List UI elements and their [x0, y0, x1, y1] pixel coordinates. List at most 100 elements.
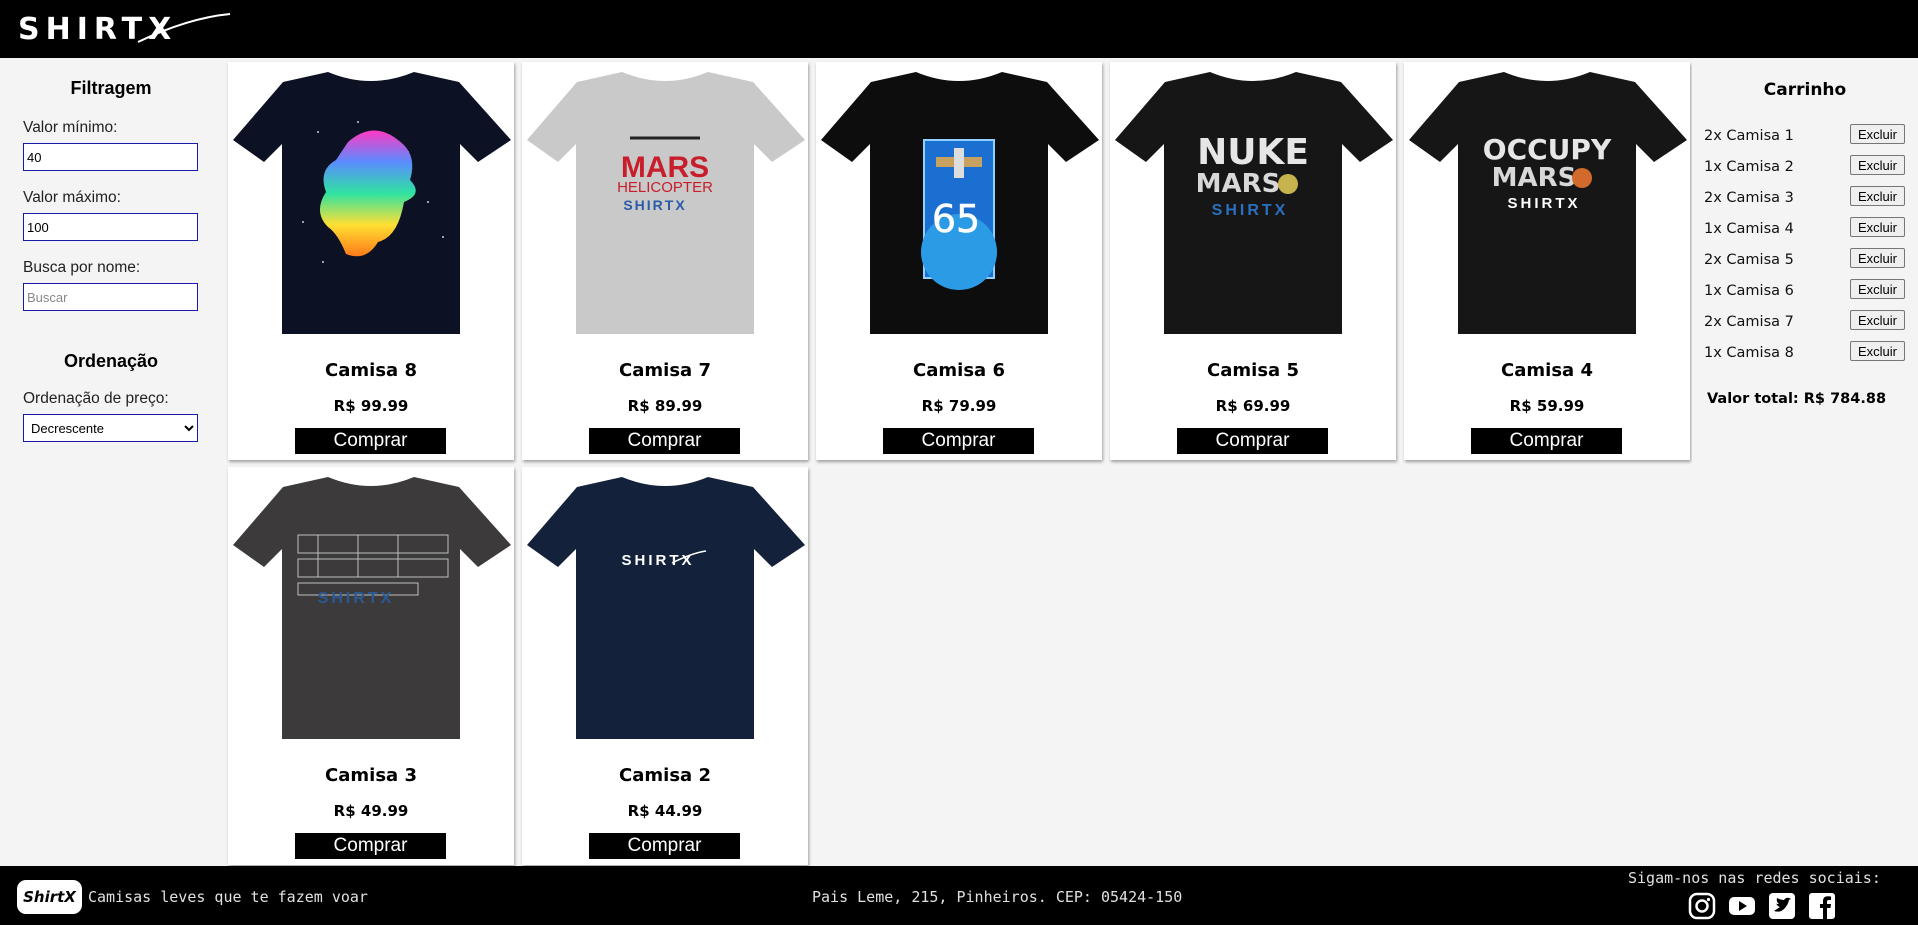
product-image: SHIRTX	[522, 467, 808, 757]
product-price: R$ 89.99	[627, 397, 703, 415]
print-text: HELICOPTER	[617, 179, 713, 196]
product-card: 65 Camisa 6 R$ 79.99 Comprar	[816, 62, 1102, 460]
product-name: Camisa 8	[325, 360, 417, 381]
product-price: R$ 99.99	[333, 397, 409, 415]
cart-item: 2x Camisa 5 Excluir	[1704, 248, 1914, 270]
product-price: R$ 59.99	[1509, 397, 1585, 415]
product-price: R$ 49.99	[333, 802, 409, 820]
product-image: MARS HELICOPTER SHIRTX	[522, 62, 808, 352]
cart-item-label: 2x Camisa 1	[1704, 128, 1794, 144]
social-title: Sigam-nos nas redes sociais:	[1628, 869, 1881, 887]
filter-title: Filtragem	[70, 78, 152, 98]
search-label: Busca por nome:	[23, 259, 141, 276]
cart-item: 1x Camisa 6 Excluir	[1704, 279, 1914, 301]
facebook-icon[interactable]	[1808, 892, 1836, 920]
product-name: Camisa 3	[325, 765, 417, 786]
product-price: R$ 44.99	[627, 802, 703, 820]
print-text: MARS	[1196, 169, 1281, 199]
product-image: OCCUPY MARS SHIRTX	[1404, 62, 1690, 352]
cart-item-label: 2x Camisa 5	[1704, 252, 1794, 268]
print-text: 65	[932, 197, 980, 241]
delete-button[interactable]: Excluir	[1850, 217, 1905, 237]
product-card: MARS HELICOPTER SHIRTX Camisa 7 R$ 89.99…	[522, 62, 808, 460]
filter-sidebar: Filtragem Valor mínimo: Valor máximo: Bu…	[0, 58, 222, 866]
max-value-input[interactable]	[23, 213, 198, 241]
product-image: 65	[816, 62, 1102, 352]
max-value-label: Valor máximo:	[23, 189, 121, 206]
buy-button[interactable]: Comprar	[589, 428, 740, 454]
delete-button[interactable]: Excluir	[1850, 279, 1905, 299]
print-text: SHIRTX	[621, 552, 694, 569]
product-name: Camisa 7	[619, 360, 711, 381]
sort-label: Ordenação de preço:	[23, 390, 169, 407]
product-image: NUKE MARS SHIRTX	[1110, 62, 1396, 352]
cart-item-label: 1x Camisa 8	[1704, 345, 1794, 361]
top-header: SHIRTX	[0, 0, 1918, 58]
product-name: Camisa 4	[1501, 360, 1593, 381]
shirtx-logo[interactable]: SHIRTX	[18, 8, 233, 48]
delete-button[interactable]: Excluir	[1850, 186, 1905, 206]
footer-slogan: Camisas leves que te fazem voar	[88, 888, 368, 906]
cart-item-label: 2x Camisa 3	[1704, 190, 1794, 206]
product-card: Camisa 8 R$ 99.99 Comprar	[228, 62, 514, 460]
buy-button[interactable]: Comprar	[1471, 428, 1622, 454]
product-card: NUKE MARS SHIRTX Camisa 5 R$ 69.99 Compr…	[1110, 62, 1396, 460]
cart-item: 2x Camisa 7 Excluir	[1704, 310, 1914, 332]
tshirt-shape	[233, 477, 511, 739]
product-name: Camisa 6	[913, 360, 1005, 381]
min-value-label: Valor mínimo:	[23, 119, 118, 136]
product-card: SHIRTX Camisa 3 R$ 49.99 Comprar	[228, 467, 514, 865]
cart-item-label: 2x Camisa 7	[1704, 314, 1794, 330]
buy-button[interactable]: Comprar	[883, 428, 1034, 454]
delete-button[interactable]: Excluir	[1850, 341, 1905, 361]
cart-item: 2x Camisa 1 Excluir	[1704, 124, 1914, 146]
product-name: Camisa 5	[1207, 360, 1299, 381]
social-links	[1688, 892, 1836, 920]
search-input[interactable]	[23, 283, 198, 311]
cart-item-label: 1x Camisa 2	[1704, 159, 1794, 175]
tshirt-shape	[527, 477, 805, 739]
cart-item-label: 1x Camisa 6	[1704, 283, 1794, 299]
youtube-icon[interactable]	[1728, 892, 1756, 920]
cart-item: 1x Camisa 8 Excluir	[1704, 341, 1914, 363]
cart-item: 1x Camisa 2 Excluir	[1704, 155, 1914, 177]
product-name: Camisa 2	[619, 765, 711, 786]
logo-swoosh-icon	[137, 13, 231, 43]
cart-title: Carrinho	[1763, 80, 1847, 100]
buy-button[interactable]: Comprar	[1177, 428, 1328, 454]
product-image	[228, 62, 514, 352]
buy-button[interactable]: Comprar	[295, 428, 446, 454]
print-text: SHIRTX	[318, 590, 395, 607]
min-value-input[interactable]	[23, 143, 198, 171]
product-card: SHIRTX Camisa 2 R$ 44.99 Comprar	[522, 467, 808, 865]
print-text: SHIRTX	[1507, 195, 1580, 212]
cart-sidebar: Carrinho 2x Camisa 1 Excluir 1x Camisa 2…	[1692, 58, 1918, 866]
print-text: NUKE	[1197, 132, 1309, 173]
cart-item: 2x Camisa 3 Excluir	[1704, 186, 1914, 208]
footer-address: Pais Leme, 215, Pinheiros. CEP: 05424-15…	[812, 888, 1183, 906]
sort-title: Ordenação	[63, 351, 159, 371]
buy-button[interactable]: Comprar	[295, 833, 446, 859]
print-text: MARS	[1492, 163, 1577, 193]
delete-button[interactable]: Excluir	[1850, 124, 1905, 144]
product-image: SHIRTX	[228, 467, 514, 757]
buy-button[interactable]: Comprar	[589, 833, 740, 859]
instagram-icon[interactable]	[1688, 892, 1716, 920]
delete-button[interactable]: Excluir	[1850, 310, 1905, 330]
product-card: OCCUPY MARS SHIRTX Camisa 4 R$ 59.99 Com…	[1404, 62, 1690, 460]
footer-logo: ShirtX	[17, 880, 82, 914]
product-price: R$ 69.99	[1215, 397, 1291, 415]
cart-item-label: 1x Camisa 4	[1704, 221, 1794, 237]
cart-item: 1x Camisa 4 Excluir	[1704, 217, 1914, 239]
product-grid: Camisa 8 R$ 99.99 Comprar MARS HELICOPTE…	[226, 60, 1692, 866]
print-text: SHIRTX	[623, 197, 686, 213]
product-price: R$ 79.99	[921, 397, 997, 415]
delete-button[interactable]: Excluir	[1850, 248, 1905, 268]
footer: ShirtX Camisas leves que te fazem voar P…	[0, 866, 1918, 925]
print-text: SHIRTX	[1212, 202, 1289, 219]
cart-total: Valor total: R$ 784.88	[1707, 391, 1887, 407]
sort-select[interactable]: Decrescente	[23, 414, 198, 442]
print-text: OCCUPY	[1483, 133, 1612, 166]
delete-button[interactable]: Excluir	[1850, 155, 1905, 175]
twitter-icon[interactable]	[1768, 892, 1796, 920]
